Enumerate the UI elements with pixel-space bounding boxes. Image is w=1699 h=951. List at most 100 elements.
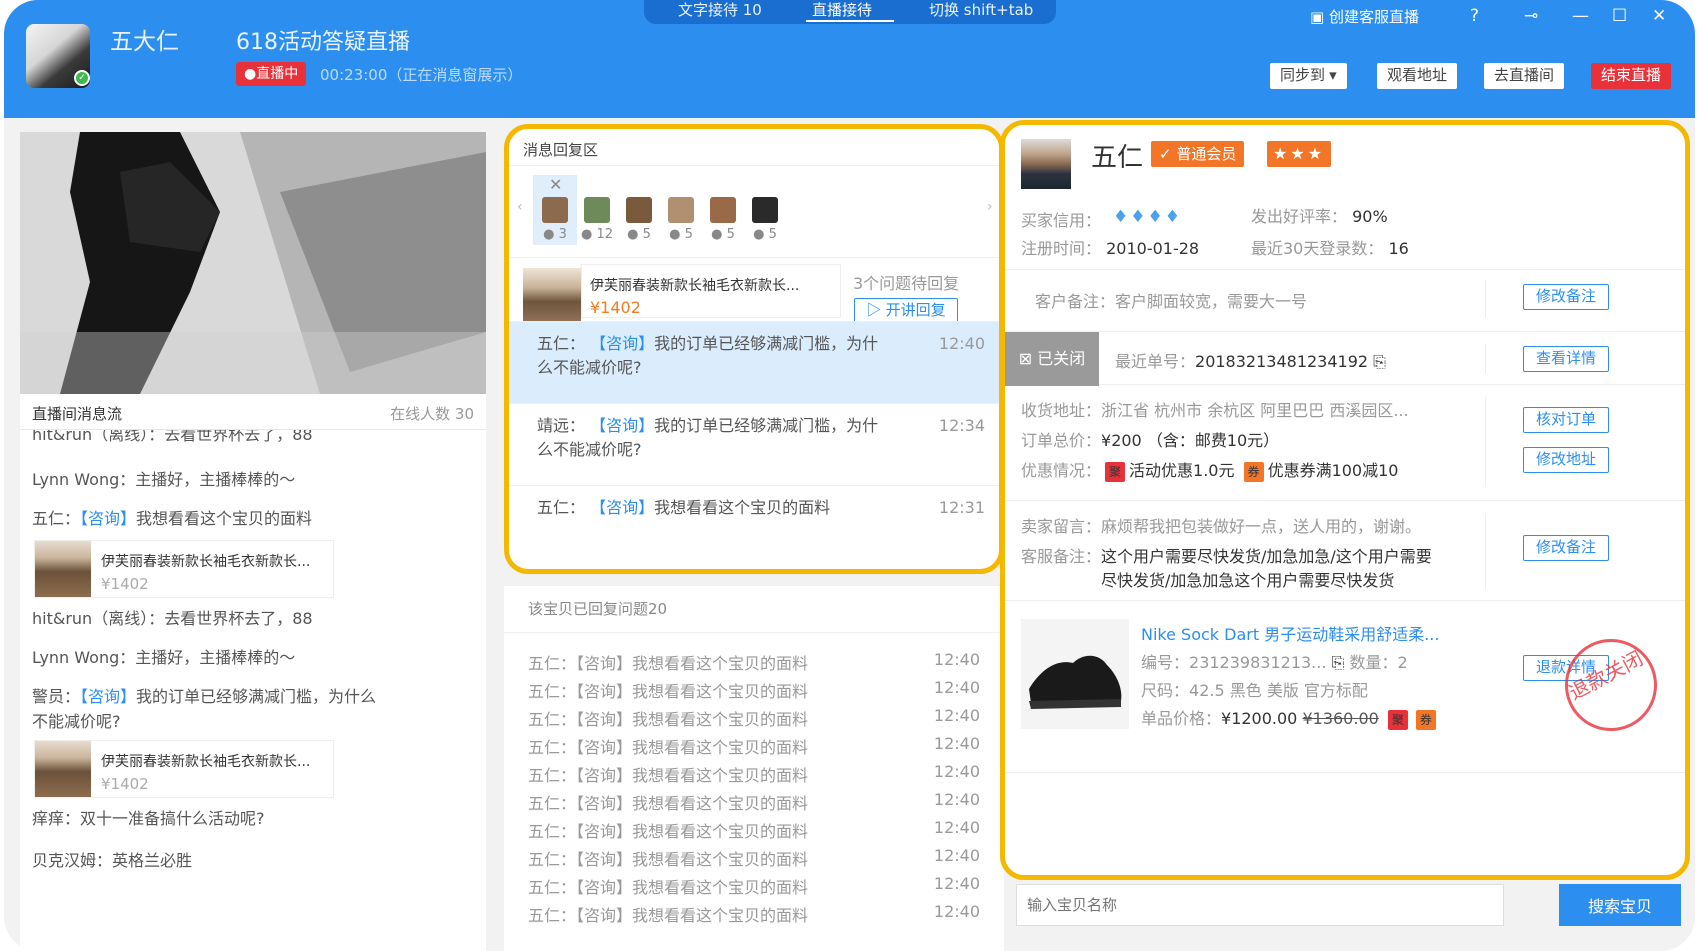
answered-row[interactable]: 五仁：【咨询】我想看看这个宝贝的面料 12:40 xyxy=(528,902,988,930)
product-search-input[interactable] xyxy=(1016,884,1504,926)
question-row[interactable]: 五仁： 【咨询】我想看看这个宝贝的面料 12:31 xyxy=(509,485,999,545)
feed-header: 直播间消息流 在线人数 30 xyxy=(20,394,486,430)
product-thumbnail xyxy=(35,541,91,597)
product-thumbnail xyxy=(523,268,581,324)
chevron-right-icon[interactable]: › xyxy=(987,199,993,215)
edit-service-note-button[interactable]: 修改备注 xyxy=(1523,535,1609,561)
copy-icon[interactable]: ⎘ xyxy=(1373,352,1386,371)
divider xyxy=(504,632,1004,633)
question-row[interactable]: 五仁： 【咨询】我的订单已经够满减门槛，为什么不能减价呢? 12:40 xyxy=(509,321,999,403)
watch-address-button[interactable]: 观看地址 xyxy=(1377,63,1458,89)
thumb-image xyxy=(752,197,778,223)
feed-text: 我想看看这个宝贝的面料 xyxy=(136,509,313,528)
message-feed[interactable]: hit&run（离线）：去看世界杯去了，88 Lynn Wong：主播好，主播棒… xyxy=(20,430,486,951)
live-duration: 00:23:00（正在消息窗展示） xyxy=(320,66,523,84)
question-time: 12:31 xyxy=(938,498,985,517)
thumb-image xyxy=(668,197,694,223)
thumb-item[interactable]: ● 5 xyxy=(701,175,745,245)
tab-switch-hint[interactable]: 切换 shift+tab xyxy=(929,0,1033,20)
pin-icon[interactable]: ⊸ xyxy=(1524,6,1538,26)
open-reply-label: 开讲回复 xyxy=(885,302,946,319)
answered-row[interactable]: 五仁：【咨询】我想看看这个宝贝的面料 12:40 xyxy=(528,706,988,734)
product-card[interactable]: 伊芙丽春装新款长袖毛衣新款长... ¥1402 xyxy=(34,540,334,598)
pending-count: 3个问题待回复 xyxy=(853,274,960,293)
shoe-image xyxy=(1029,655,1122,709)
sync-button[interactable]: 同步到 ▾ xyxy=(1270,63,1347,89)
good-rate: 发出好评率： 90% xyxy=(1251,207,1388,226)
live-title: 618活动答疑直播 xyxy=(236,30,410,55)
answered-row[interactable]: 五仁：【咨询】我想看看这个宝贝的面料 12:40 xyxy=(528,790,988,818)
divider xyxy=(1485,344,1486,374)
question-row[interactable]: 靖远： 【咨询】我的订单已经够满减门槛，为什么不能减价呢? 12:34 xyxy=(509,403,999,485)
answered-row[interactable]: 五仁：【咨询】我想看看这个宝贝的面料 12:40 xyxy=(528,874,988,902)
live-video[interactable] xyxy=(20,132,486,394)
feed-message: Lynn Wong：主播好，主播棒棒的～ xyxy=(32,648,296,667)
answered-row[interactable]: 五仁：【咨询】我想看看这个宝贝的面料 12:40 xyxy=(528,678,988,706)
thumb-count: ● 5 xyxy=(627,227,651,242)
thumb-item[interactable]: ● 12 xyxy=(575,175,619,245)
answered-questions-panel: 该宝贝已回复问题20 五仁：【咨询】我想看看这个宝贝的面料 12:40 五仁：【咨… xyxy=(504,586,1004,951)
question-text: 靖远： 【咨询】我的订单已经够满减门槛，为什么不能减价呢? xyxy=(537,416,879,459)
service-note: 客服备注：这个用户需要尽快发货/加急加急/这个用户需要 xyxy=(1021,547,1432,566)
live-icon: ▣ xyxy=(1310,8,1329,26)
product-card[interactable]: 伊芙丽春装新款长袖毛衣新款长... ¥1402 xyxy=(34,740,334,798)
credit-label: 买家信用： xyxy=(1021,211,1102,230)
go-live-room-button[interactable]: 去直播间 xyxy=(1484,63,1565,89)
thumb-count: ● 3 xyxy=(543,227,567,242)
item-code: 编号：231239831213... ⎘ 数量：2 xyxy=(1141,653,1408,672)
feed-message: 警员：【咨询】我的订单已经够满减门槛，为什么不能减价呢? xyxy=(32,684,392,734)
chevron-left-icon[interactable]: ‹ xyxy=(517,199,523,215)
tab-text-reception[interactable]: 文字接待 10 xyxy=(678,0,762,20)
product-price: ¥1402 xyxy=(590,298,641,317)
answered-row[interactable]: 五仁：【咨询】我想看看这个宝贝的面料 12:40 xyxy=(528,734,988,762)
view-detail-button[interactable]: 查看详情 xyxy=(1523,346,1609,372)
help-icon[interactable]: ? xyxy=(1470,6,1479,26)
answered-row[interactable]: 五仁：【咨询】我想看看这个宝贝的面料 12:40 xyxy=(528,650,988,678)
check-order-button[interactable]: 核对订单 xyxy=(1523,407,1609,433)
question-time: 12:34 xyxy=(938,416,985,435)
tab-live-reception[interactable]: 直播接待 xyxy=(812,0,872,20)
feed-message: 贝克汉姆：英格兰必胜 xyxy=(32,851,193,870)
question-time: 12:40 xyxy=(938,334,985,353)
answered-row[interactable]: 五仁：【咨询】我想看看这个宝贝的面料 12:40 xyxy=(528,846,988,874)
customer-avatar xyxy=(1021,139,1071,189)
order-status-badge: ⊠ 已关闭 xyxy=(1005,332,1099,386)
customer-name: 五仁 xyxy=(1091,143,1144,173)
discount-info: 优惠情况：聚活动优惠1.0元 券优惠券满100减10 xyxy=(1021,461,1399,482)
item-price: 单品价格：¥1200.00 ¥1360.00 聚券 xyxy=(1141,705,1440,730)
login-count: 最近30天登录数： 16 xyxy=(1251,239,1409,258)
thumb-item[interactable]: ● 5 xyxy=(659,175,703,245)
close-icon[interactable]: ✕ xyxy=(549,175,562,194)
product-price: ¥1402 xyxy=(101,575,149,593)
close-icon[interactable]: ✕ xyxy=(1652,6,1666,26)
customer-remark: 客户备注：客户脚面较宽，需要大一号 xyxy=(1035,292,1308,311)
feed-message: hit&run（离线）：去看世界杯去了，88 xyxy=(32,609,313,628)
shipping-address: 收货地址：浙江省 杭州市 余杭区 阿里巴巴 西溪园区... xyxy=(1021,401,1409,420)
search-product-button[interactable]: 搜索宝贝 xyxy=(1559,884,1681,926)
edit-remark-button[interactable]: 修改备注 xyxy=(1523,284,1609,310)
feed-title: 直播间消息流 xyxy=(32,405,123,423)
product-thumbnail xyxy=(35,741,91,797)
thumb-item[interactable]: ✕ ● 3 xyxy=(533,175,577,245)
promo-tag-icon: 聚 xyxy=(1105,461,1126,482)
thumb-item[interactable]: ● 5 xyxy=(743,175,787,245)
item-title[interactable]: Nike Sock Dart 男子运动鞋采用舒适柔... xyxy=(1141,621,1439,645)
maximize-icon[interactable]: ☐ xyxy=(1612,6,1627,26)
reply-area: 消息回复区 ‹ ✕ ● 3 ● 12 ● 5 ● 5 ● 5 ● 5 › 伊芙丽… xyxy=(504,124,1004,574)
member-badge: ✓ 普通会员 xyxy=(1151,141,1245,167)
end-live-button[interactable]: 结束直播 xyxy=(1591,63,1672,89)
minimize-icon[interactable]: — xyxy=(1572,6,1589,26)
create-live-button[interactable]: ▣ 创建客服直播 xyxy=(1310,6,1419,27)
product-title: 伊芙丽春装新款长袖毛衣新款长... xyxy=(101,554,311,570)
consult-tag: 【咨询】 xyxy=(80,509,137,528)
service-note-cont: 尽快发货/加急加急这个用户需要尽快发货 xyxy=(1101,571,1395,590)
copy-icon[interactable]: ⎘ xyxy=(1332,653,1345,672)
order-header: ⊠ 已关闭 最近单号：20183213481234192 ⎘ 查看详情 xyxy=(1005,331,1685,386)
item-image[interactable] xyxy=(1021,619,1129,729)
answered-row[interactable]: 五仁：【咨询】我想看看这个宝贝的面料 12:40 xyxy=(528,818,988,846)
order-total: 订单总价：¥200 （含：邮费10元） xyxy=(1021,431,1280,450)
answered-row[interactable]: 五仁：【咨询】我想看看这个宝贝的面料 12:40 xyxy=(528,762,988,790)
product-info[interactable]: 伊芙丽春装新款长袖毛衣新款长... ¥1402 xyxy=(581,264,841,318)
thumb-item[interactable]: ● 5 xyxy=(617,175,661,245)
edit-address-button[interactable]: 修改地址 xyxy=(1523,447,1609,473)
